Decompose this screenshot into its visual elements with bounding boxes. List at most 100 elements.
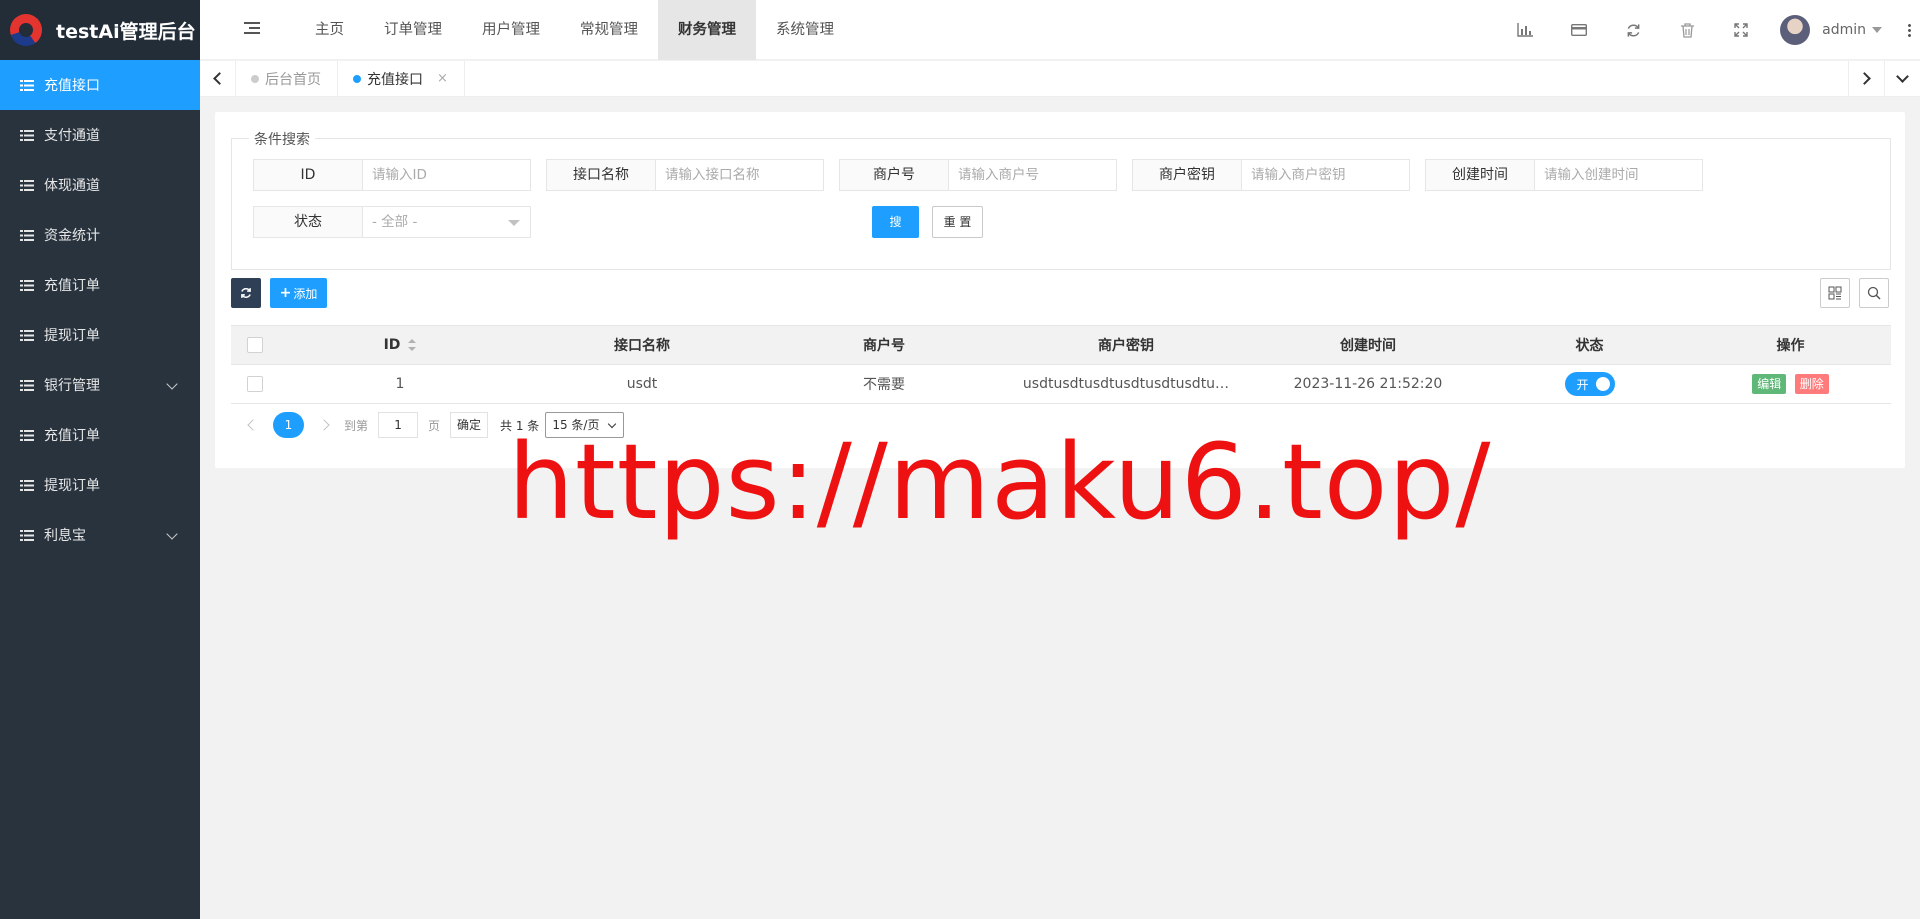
chart-icon[interactable] [1498,0,1552,60]
avatar [1780,15,1811,45]
tab-dot-icon [251,74,259,83]
cell-actions: 编辑 删除 [1690,364,1891,404]
sidebar-item-recharge-orders-2[interactable]: 充值订单 [0,410,200,460]
sidebar-item-payment-channel[interactable]: 支付通道 [0,110,200,160]
cell-merchant-no: 不需要 [763,364,1005,404]
refresh-button[interactable] [231,278,261,308]
table-row: 1 usdt 不需要 usdtusdtusdtusdtusdtusdtu… 20… [231,364,1891,404]
table-search-button[interactable] [1859,278,1889,308]
goto-label: 到第 [344,418,369,433]
api-name-input[interactable]: 请输入接口名称 [656,159,824,191]
search-legend: 条件搜索 [249,129,315,149]
tab-scroll-right-button[interactable] [1848,61,1884,96]
table-header-row: ID 接口名称 商户号 商户密钥 创建时间 状态 操作 [231,325,1891,365]
tab-recharge-api[interactable]: 充值接口 × [338,61,465,96]
chevron-down-icon [166,528,178,540]
select-all-checkbox[interactable] [247,337,263,353]
grid-icon [1828,286,1842,300]
merchant-no-input[interactable]: 请输入商户号 [949,159,1117,191]
refresh-icon [241,288,251,298]
status-select[interactable]: - 全部 - [363,206,531,238]
refresh-icon[interactable] [1606,0,1660,60]
search-button[interactable]: 搜 索 [872,206,919,259]
logo[interactable]: testAi管理后台 [0,0,200,60]
close-icon[interactable]: × [437,71,448,86]
logo-icon [10,14,42,46]
menu-fold-icon[interactable] [244,22,260,36]
prev-page-icon[interactable] [247,419,259,431]
cell-api-name: usdt [521,364,763,404]
nav-general[interactable]: 常规管理 [560,0,658,60]
nav-home[interactable]: 主页 [295,0,364,60]
sidebar-item-label: 体现通道 [44,178,100,194]
col-merchant-key: 商户密钥 [1005,325,1247,365]
current-page[interactable]: 1 [273,412,304,438]
user-name: admin [1822,22,1866,38]
main-card: 条件搜索 ID 请输入ID 接口名称 请输入接口名称 商户号 请输入商户号 商户… [215,112,1905,468]
confirm-page-button[interactable]: 确定 [450,412,489,438]
tab-menu-button[interactable] [1884,61,1920,96]
page-input[interactable]: 1 [378,412,419,438]
tab-label: 后台首页 [265,71,321,88]
sidebar-item-recharge-orders[interactable]: 充值订单 [0,260,200,310]
user-menu[interactable]: admin [1768,0,1898,60]
caret-down-icon [1872,27,1882,33]
list-icon [20,129,34,141]
field-label: ID [253,159,363,191]
card-icon[interactable] [1552,0,1606,60]
sidebar-item-bank-management[interactable]: 银行管理 [0,360,200,410]
nav-users[interactable]: 用户管理 [462,0,560,60]
id-input[interactable]: 请输入ID [363,159,531,191]
list-icon [20,529,34,541]
sidebar-item-withdraw-orders[interactable]: 提现订单 [0,310,200,360]
next-page-icon[interactable] [318,419,330,431]
tab-scroll-left-button[interactable] [200,61,236,96]
tab-dashboard[interactable]: 后台首页 [236,61,338,96]
sidebar-item-recharge-api[interactable]: 充值接口 [0,60,200,110]
col-created-time: 创建时间 [1247,325,1489,365]
sort-icon[interactable] [408,339,417,351]
list-icon [20,279,34,291]
sidebar-item-withdraw-orders-2[interactable]: 提现订单 [0,460,200,510]
delete-button[interactable]: 删除 [1794,374,1829,394]
field-label: 创建时间 [1425,159,1535,191]
sidebar-item-interest[interactable]: 利息宝 [0,510,200,560]
row-select-cell [231,364,279,404]
cell-id: 1 [279,364,521,404]
top-nav: 主页 订单管理 用户管理 常规管理 财务管理 系统管理 [295,0,854,60]
sidebar-item-fund-stats[interactable]: 资金统计 [0,210,200,260]
add-button[interactable]: + 添加 [270,278,327,308]
nav-orders[interactable]: 订单管理 [364,0,462,60]
col-status: 状态 [1489,325,1690,365]
nav-finance[interactable]: 财务管理 [658,0,756,60]
cell-created-time: 2023-11-26 21:52:20 [1247,364,1489,404]
field-label: 商户密钥 [1132,159,1242,191]
status-field: 状态 - 全部 - [253,206,531,238]
add-label: 添加 [293,286,318,301]
search-panel: 条件搜索 ID 请输入ID 接口名称 请输入接口名称 商户号 请输入商户号 商户… [231,129,1891,270]
status-toggle[interactable]: 开 [1564,372,1615,396]
created-time-input[interactable]: 请输入创建时间 [1535,159,1703,191]
sidebar-item-label: 充值订单 [44,428,100,444]
sidebar-item-label: 资金统计 [44,228,100,244]
edit-button[interactable]: 编辑 [1752,374,1787,394]
sidebar-item-label: 提现订单 [44,328,100,344]
more-vertical-icon[interactable] [1898,0,1920,60]
trash-icon[interactable] [1660,0,1714,60]
merchant-key-input[interactable]: 请输入商户密钥 [1242,159,1410,191]
reset-button[interactable]: 重 置 [932,206,983,238]
col-merchant-no: 商户号 [763,325,1005,365]
column-filter-button[interactable] [1820,278,1850,308]
watermark-text: https://maku6.top/ [508,421,1492,543]
row-checkbox[interactable] [247,376,263,392]
fullscreen-icon[interactable] [1714,0,1768,60]
list-icon [20,329,34,341]
nav-system[interactable]: 系统管理 [756,0,854,60]
sidebar-item-label: 提现订单 [44,478,100,494]
col-id[interactable]: ID [279,325,521,365]
col-api-name: 接口名称 [521,325,763,365]
status-selected: - 全部 - [372,214,418,230]
select-all-cell [231,325,279,365]
chevron-left-icon [213,72,226,85]
sidebar-item-withdraw-channel[interactable]: 体现通道 [0,160,200,210]
